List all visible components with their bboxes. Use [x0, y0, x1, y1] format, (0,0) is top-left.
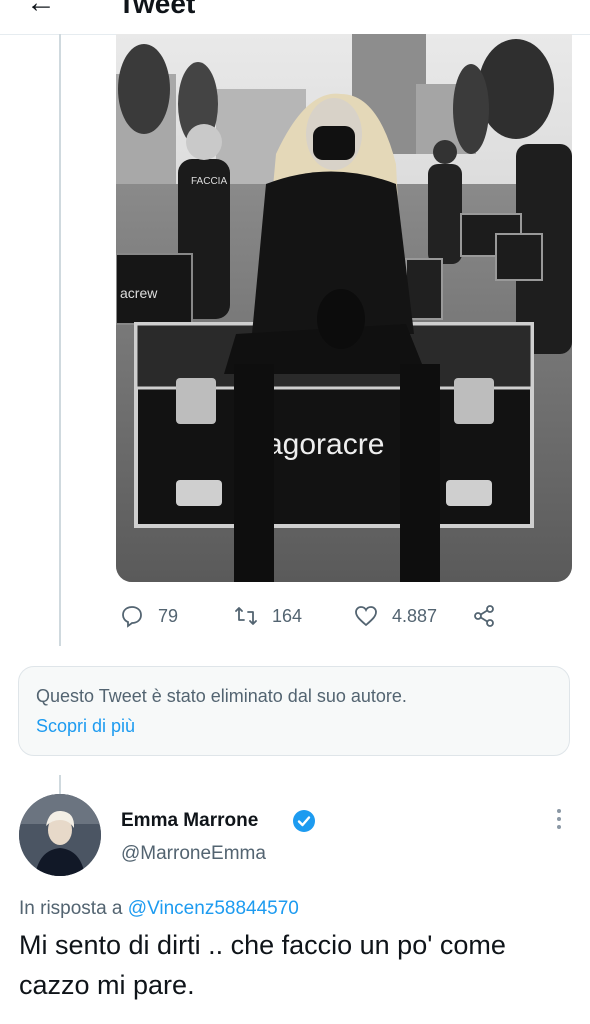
tweet-photo[interactable]: acrew FACCIA agoracre — [116, 34, 572, 582]
avatar-image — [19, 794, 101, 876]
author-handle[interactable]: @MarroneEmma — [121, 843, 266, 865]
reply-context: In risposta a @Vincenz58844570 — [19, 898, 299, 920]
retweet-button[interactable]: 164 — [234, 598, 302, 634]
author-name[interactable]: Emma Marrone — [121, 810, 258, 832]
deleted-notice-text: Questo Tweet è stato eliminato dal suo a… — [36, 686, 407, 706]
svg-text:FACCIA: FACCIA — [191, 176, 227, 187]
like-count: 4.887 — [392, 605, 438, 626]
like-button[interactable]: 4.887 — [354, 598, 437, 634]
retweet-icon — [235, 607, 257, 625]
learn-more-link[interactable]: Scopri di più — [36, 716, 135, 737]
share-icon — [474, 605, 494, 627]
back-arrow-icon[interactable]: ← — [26, 0, 56, 20]
share-button[interactable] — [472, 598, 496, 634]
top-header: ← Tweet — [0, 0, 590, 22]
reply-count: 79 — [158, 605, 179, 626]
avatar[interactable] — [19, 794, 101, 876]
reply-prefix: In risposta a — [19, 898, 123, 919]
svg-text:agoracre: agoracre — [266, 428, 384, 461]
thread-line — [59, 34, 61, 646]
photo-illustration: acrew FACCIA agoracre — [116, 34, 572, 582]
more-options-icon[interactable] — [552, 806, 566, 832]
reply-handle-link[interactable]: @Vincenz58844570 — [128, 898, 299, 919]
reply-button[interactable]: 79 — [120, 598, 178, 634]
tweet-actions: 79 164 4.887 — [116, 598, 556, 634]
heart-icon — [355, 606, 377, 627]
tweet-text: Mi sento di dirti .. che faccio un po' c… — [19, 930, 506, 1000]
reply-icon — [122, 606, 142, 628]
verified-badge-icon — [293, 810, 315, 832]
deleted-tweet-notice: Questo Tweet è stato eliminato dal suo a… — [18, 666, 570, 756]
svg-text:acrew: acrew — [120, 285, 158, 301]
page-title: Tweet — [118, 0, 196, 19]
retweet-count: 164 — [272, 605, 303, 626]
